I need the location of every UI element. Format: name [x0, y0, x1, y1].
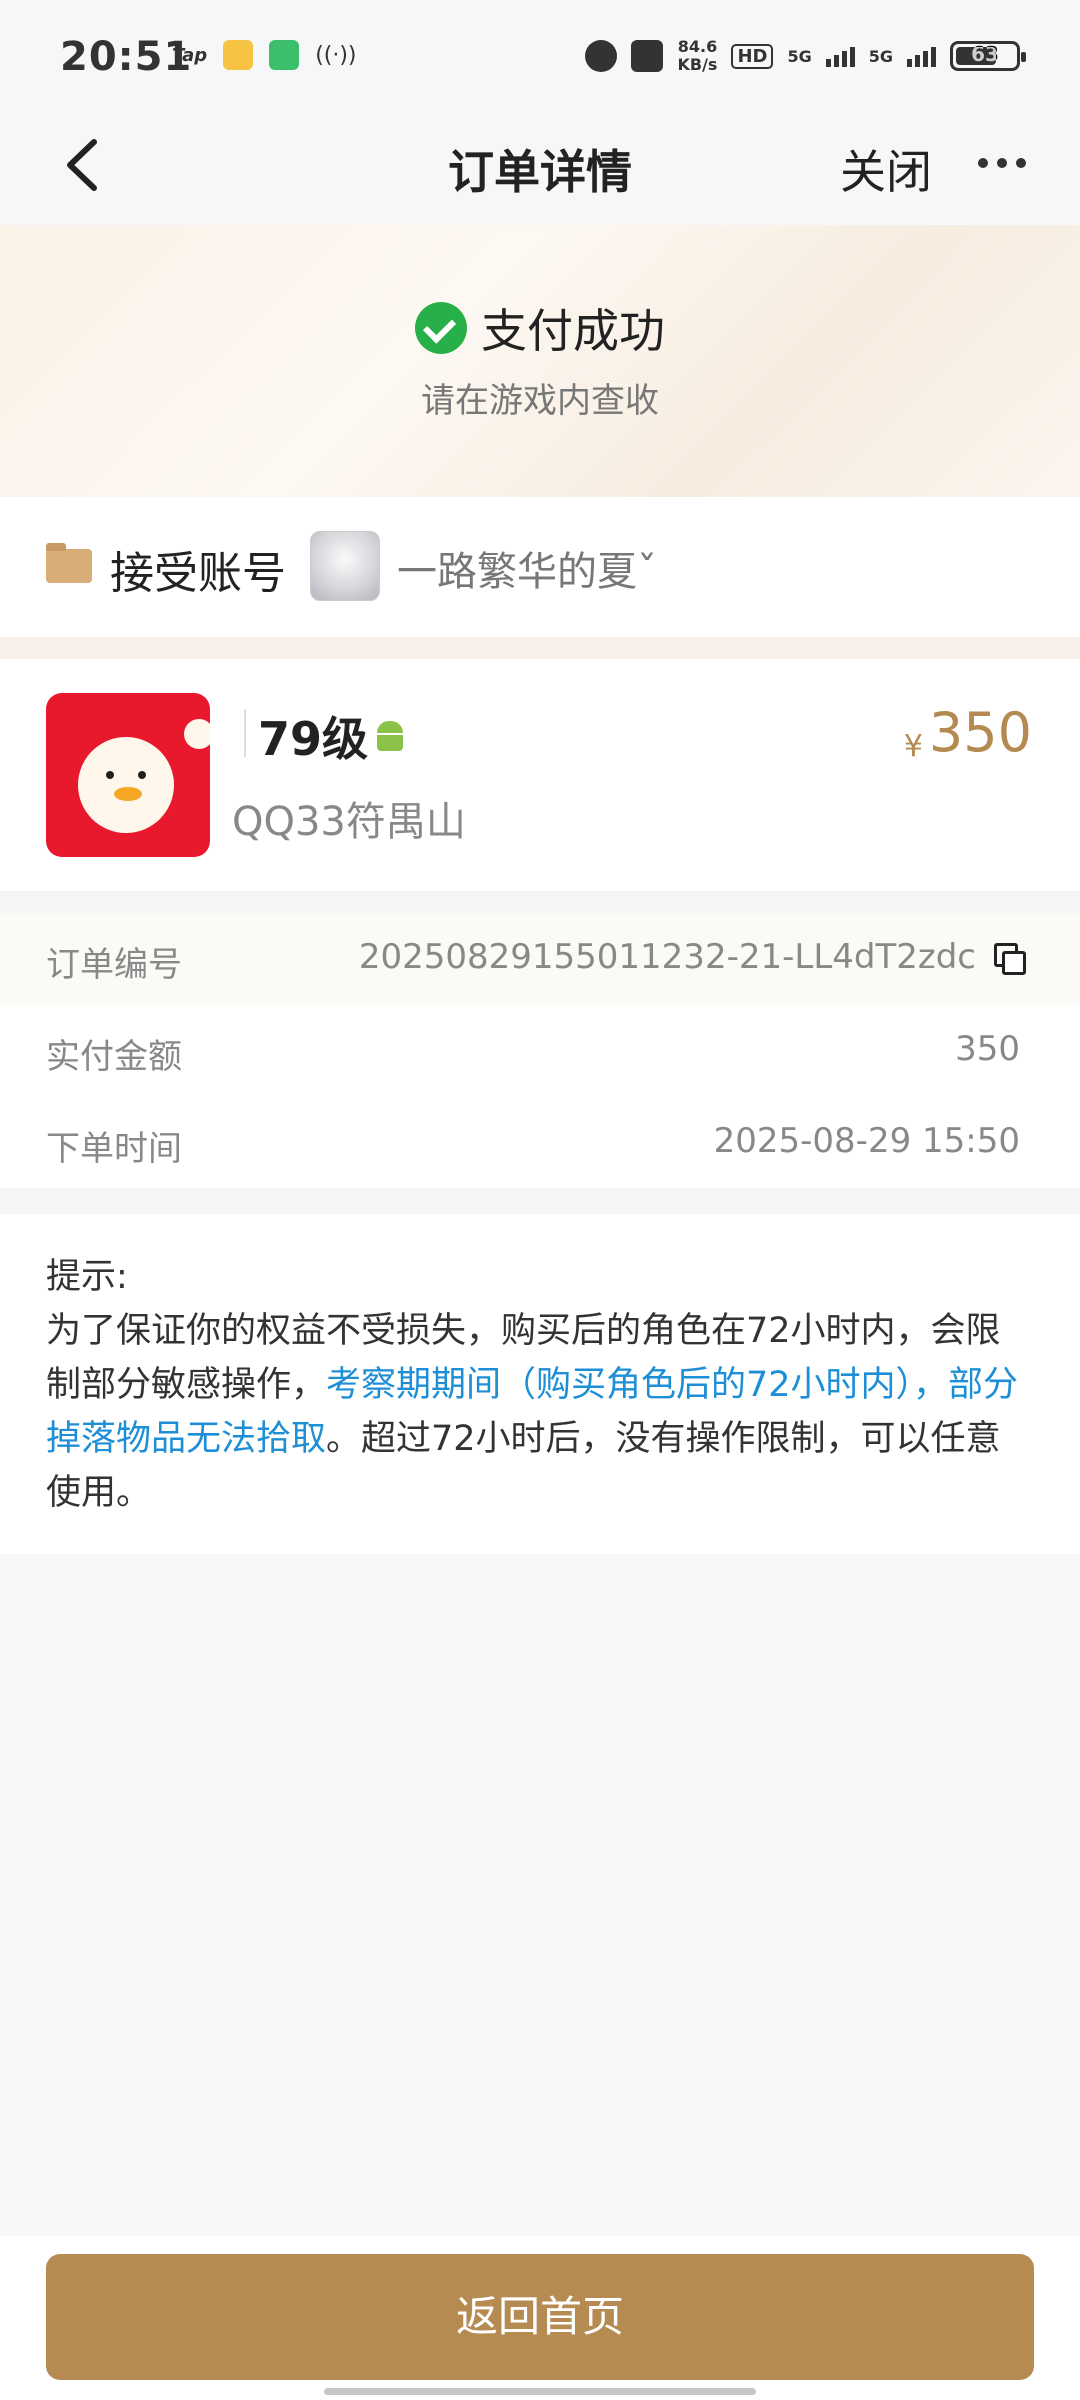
payment-status-subtitle: 请在游戏内查收	[421, 381, 659, 421]
order-time-label: 下单时间	[46, 1129, 182, 1169]
net-speed-unit: KB/s	[677, 55, 718, 74]
signal-icon	[825, 45, 855, 67]
paid-amount-row: 实付金额 350	[0, 1005, 1080, 1097]
check-circle-icon	[415, 302, 467, 354]
mute-icon	[631, 40, 664, 72]
divider	[244, 709, 246, 757]
copy-icon[interactable]	[994, 943, 1028, 977]
order-time-row: 下单时间 2025-08-29 15:50	[0, 1097, 1080, 1189]
signal-icon	[907, 45, 936, 67]
tips-section: 提示: 为了保证你的权益不受损失，购买后的角色在72小时内，会限制部分敏感操作，考…	[0, 1214, 1080, 1554]
folder-icon	[46, 543, 92, 583]
product-card[interactable]: 79级 ¥350 QQ33符禺山	[0, 659, 1080, 891]
weibo-icon	[223, 40, 254, 70]
order-time-value: 2025-08-29 15:50	[713, 1121, 1020, 1161]
battery-level: 63	[971, 42, 999, 66]
server-name: QQ33符禺山	[232, 799, 466, 845]
divider	[0, 637, 1080, 659]
divider	[0, 891, 1080, 913]
order-number-label: 订单编号	[46, 945, 182, 985]
price-value: 350	[928, 701, 1032, 764]
tap-icon: Tap	[172, 44, 208, 66]
success-row: 支付成功	[0, 295, 1080, 361]
avatar	[310, 531, 380, 601]
account-label: 接受账号	[110, 548, 286, 599]
character-level: 79级	[258, 712, 369, 766]
nav-bar: 订单详情 关闭	[0, 110, 1080, 220]
net-speed-value: 84.6	[677, 37, 718, 56]
network-speed: 84.6 KB/s	[677, 38, 717, 74]
return-home-button[interactable]: 返回首页	[46, 2254, 1034, 2380]
game-app-icon	[269, 40, 300, 70]
tips-content: 提示: 为了保证你的权益不受损失，购买后的角色在72小时内，会限制部分敏感操作，考…	[46, 1250, 1030, 1520]
order-info-section: 订单编号 20250829155011232-21-LL4dT2zdc 实付金额…	[0, 913, 1080, 1188]
order-number-row: 订单编号 20250829155011232-21-LL4dT2zdc	[0, 913, 1080, 1005]
sim2-label: 5G	[868, 46, 893, 66]
payment-status-title: 支付成功	[481, 304, 665, 358]
order-number-value: 20250829155011232-21-LL4dT2zdc	[358, 937, 976, 977]
bottom-bar: 返回首页	[0, 2236, 1080, 2400]
close-button[interactable]: 关闭	[840, 136, 932, 202]
android-icon	[375, 721, 405, 751]
more-icon[interactable]	[978, 158, 1026, 172]
hd-badge: HD	[731, 43, 774, 69]
system-icons: 84.6 KB/s HD 5G 5G 63	[585, 38, 1026, 74]
paid-amount-value: 350	[955, 1029, 1020, 1069]
battery-icon: 63	[950, 41, 1026, 71]
product-price: ¥350	[904, 701, 1032, 764]
status-bar: 20:51 Tap ((·)) 84.6 KB/s HD 5G 5G 63	[0, 0, 1080, 110]
notification-icons: Tap ((·))	[172, 40, 357, 70]
account-name: 一路繁华的夏ˇ	[397, 549, 657, 595]
tips-title: 提示:	[46, 1257, 128, 1297]
payment-status-banner: 支付成功 请在游戏内查收	[0, 225, 1080, 497]
gesture-bar[interactable]	[324, 2388, 756, 2395]
radio-icon: ((·))	[315, 42, 357, 68]
paid-amount-label: 实付金额	[46, 1037, 182, 1077]
sim1-label: 5G	[787, 46, 812, 66]
receiving-account-row: 接受账号 一路繁华的夏ˇ	[0, 497, 1080, 637]
divider	[0, 1188, 1080, 1214]
currency-symbol: ¥	[903, 729, 923, 764]
game-icon	[46, 693, 210, 857]
alarm-icon	[585, 40, 618, 72]
